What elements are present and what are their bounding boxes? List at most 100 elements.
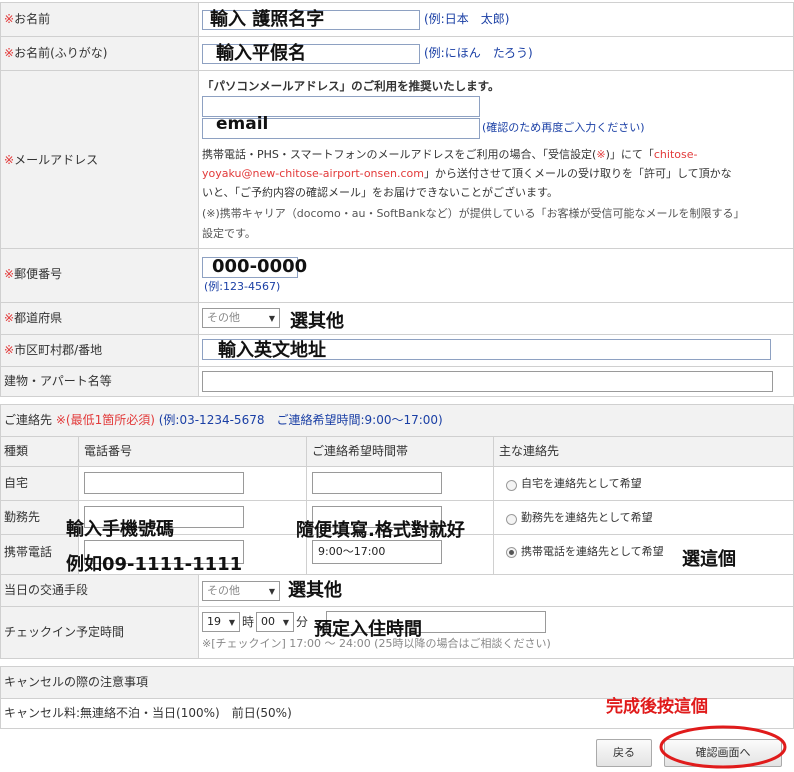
city-input-value: 輸入英文地址 bbox=[218, 340, 326, 361]
grid-line bbox=[0, 666, 1, 728]
kana-label: ※お名前(ふりがな) bbox=[4, 46, 107, 60]
notice-domain-a: chitose- bbox=[653, 148, 698, 161]
grid-line bbox=[0, 658, 794, 659]
name-label: ※お名前 bbox=[4, 12, 50, 26]
grid-line bbox=[0, 396, 794, 397]
grid-line bbox=[0, 666, 794, 667]
chevron-down-icon: ▼ bbox=[268, 314, 275, 323]
grid-line bbox=[0, 366, 794, 367]
notice-prefix: 携帯電話・PHS・スマートフォンのメールアドレスをご利用の場合、「受信設定( bbox=[202, 148, 597, 161]
chevron-down-icon: ▼ bbox=[282, 618, 289, 627]
email-recommend: 「パソコンメールアドレス」のご利用を推奨いたします。 bbox=[202, 79, 500, 93]
notice-rest-a: 」から送付させて頂くメールの受け取りを「許可」して頂かな bbox=[424, 167, 732, 180]
radio-mobile[interactable] bbox=[506, 547, 517, 558]
required-mark: ※ bbox=[4, 46, 15, 60]
cancel-policy: キャンセル料:無連絡不泊・当日(100%) 前日(50%) bbox=[4, 706, 292, 720]
required-mark: ※ bbox=[4, 311, 15, 325]
email-confirm-value: email bbox=[216, 114, 269, 134]
transport-select[interactable]: その他 ▼ bbox=[202, 581, 280, 601]
contact-header-required: ※(最低1箇所必須) bbox=[55, 413, 155, 427]
time-input-home[interactable] bbox=[312, 472, 442, 494]
postal-label: ※郵便番号 bbox=[4, 267, 62, 281]
grid-line bbox=[0, 70, 794, 71]
transport-annotation: 選其他 bbox=[288, 580, 342, 601]
checkin-minute-select[interactable]: 00 ▼ bbox=[256, 612, 294, 632]
building-input[interactable] bbox=[202, 371, 773, 392]
required-mark: ※ bbox=[4, 12, 15, 26]
grid-line bbox=[0, 2, 794, 3]
phone-annotation-2: 例如09-1111-1111 bbox=[66, 554, 243, 575]
time-annotation: 隨便填寫.格式對就好 bbox=[296, 520, 465, 541]
name-label-text: お名前 bbox=[14, 12, 51, 26]
grid-line bbox=[0, 334, 794, 335]
postal-example: (例:123-4567) bbox=[204, 280, 281, 293]
grid-line bbox=[0, 466, 794, 467]
cancel-title: キャンセルの際の注意事項 bbox=[4, 675, 149, 689]
contact-header-example: (例:03-1234-5678 ご連絡希望時間:9:00～17:00) bbox=[158, 413, 443, 427]
checkin-label: チェックイン予定時間 bbox=[4, 625, 125, 639]
checkin-minute-value: 00 bbox=[261, 615, 275, 628]
building-label: 建物・アパート名等 bbox=[4, 374, 112, 388]
required-mark: ※ bbox=[4, 343, 15, 357]
radio-annotation: 選這個 bbox=[682, 549, 736, 570]
prefecture-annotation: 選其他 bbox=[290, 311, 344, 332]
city-label-text: 市区町村郡/番地 bbox=[14, 343, 103, 357]
col-header-phone: 電話番号 bbox=[84, 444, 133, 458]
carrier-note-line1: (※)携帯キャリア（docomo・au・SoftBankなど）が提供している「お… bbox=[202, 207, 745, 220]
col-header-time: ご連絡希望時間帯 bbox=[312, 444, 409, 458]
chevron-down-icon: ▼ bbox=[268, 587, 275, 596]
radio-label-work: 勤務先を連絡先として希望 bbox=[521, 511, 653, 524]
checkin-hour-select[interactable]: 19 ▼ bbox=[202, 612, 240, 632]
grid-line bbox=[198, 574, 199, 658]
prefecture-label-text: 都道府県 bbox=[14, 311, 63, 325]
contact-type-mobile: 携帯電話 bbox=[4, 545, 53, 559]
postal-input-value: 000-0000 bbox=[212, 256, 308, 277]
required-mark: ※ bbox=[4, 267, 15, 281]
prefecture-select[interactable]: その他 ▼ bbox=[202, 308, 280, 328]
back-button[interactable]: 戻る bbox=[596, 739, 652, 767]
checkin-hour-value: 19 bbox=[207, 615, 221, 628]
contact-header: ご連絡先 ※(最低1箇所必須) (例:03-1234-5678 ご連絡希望時間:… bbox=[4, 413, 443, 427]
checkin-hour-unit: 時 bbox=[242, 615, 255, 629]
city-label: ※市区町村郡/番地 bbox=[4, 343, 102, 357]
grid-line bbox=[198, 2, 199, 396]
name-example: (例:日本 太郎) bbox=[424, 12, 510, 26]
grid-line bbox=[0, 404, 794, 405]
col-header-type: 種類 bbox=[4, 444, 29, 458]
transport-selected: その他 bbox=[207, 584, 240, 597]
checkin-hint: ※[チェックイン] 17:00 ～ 24:00 (25時以降の場合はご相談くださ… bbox=[202, 637, 551, 650]
grid-line bbox=[306, 436, 307, 574]
email-label-text: メールアドレス bbox=[14, 153, 99, 167]
carrier-note-line2: 設定です。 bbox=[202, 227, 256, 240]
kana-example: (例:にほん たろう) bbox=[424, 46, 533, 60]
grid-line bbox=[0, 302, 794, 303]
contact-header-label: ご連絡先 bbox=[4, 413, 53, 427]
chevron-down-icon: ▼ bbox=[228, 618, 235, 627]
name-input-value: 輸入 護照名字 bbox=[210, 9, 325, 30]
radio-label-home: 自宅を連絡先として希望 bbox=[521, 477, 642, 490]
contact-type-work: 勤務先 bbox=[4, 510, 41, 524]
radio-label-mobile: 携帯電話を連絡先として希望 bbox=[521, 545, 664, 558]
time-input-mobile-value: 9:00～17:00 bbox=[318, 545, 386, 558]
done-annotation: 完成後按這個 bbox=[606, 697, 708, 717]
grid-line bbox=[0, 2, 1, 396]
contact-type-home: 自宅 bbox=[4, 476, 29, 490]
notice-domain-b: yoyaku@new-chitose-airport-onsen.com bbox=[202, 167, 424, 180]
grid-line bbox=[0, 404, 1, 658]
phone-input-home[interactable] bbox=[84, 472, 244, 494]
grid-line bbox=[0, 36, 794, 37]
col-header-primary: 主な連絡先 bbox=[499, 444, 560, 458]
radio-work[interactable] bbox=[506, 514, 517, 525]
circle-annotation bbox=[659, 725, 787, 769]
prefecture-label: ※都道府県 bbox=[4, 311, 62, 325]
radio-home[interactable] bbox=[506, 480, 517, 491]
prefecture-selected: その他 bbox=[207, 311, 240, 324]
email-confirm-note: (確認のため再度ご入力ください) bbox=[482, 121, 645, 134]
transport-label: 当日の交通手段 bbox=[4, 583, 89, 597]
notice-mark: ※ bbox=[596, 148, 606, 161]
phone-annotation-1: 輸入手機號碼 bbox=[66, 519, 174, 540]
grid-line bbox=[0, 436, 794, 437]
grid-line bbox=[0, 248, 794, 249]
grid-line bbox=[0, 606, 794, 607]
email-label: ※メールアドレス bbox=[4, 153, 98, 167]
